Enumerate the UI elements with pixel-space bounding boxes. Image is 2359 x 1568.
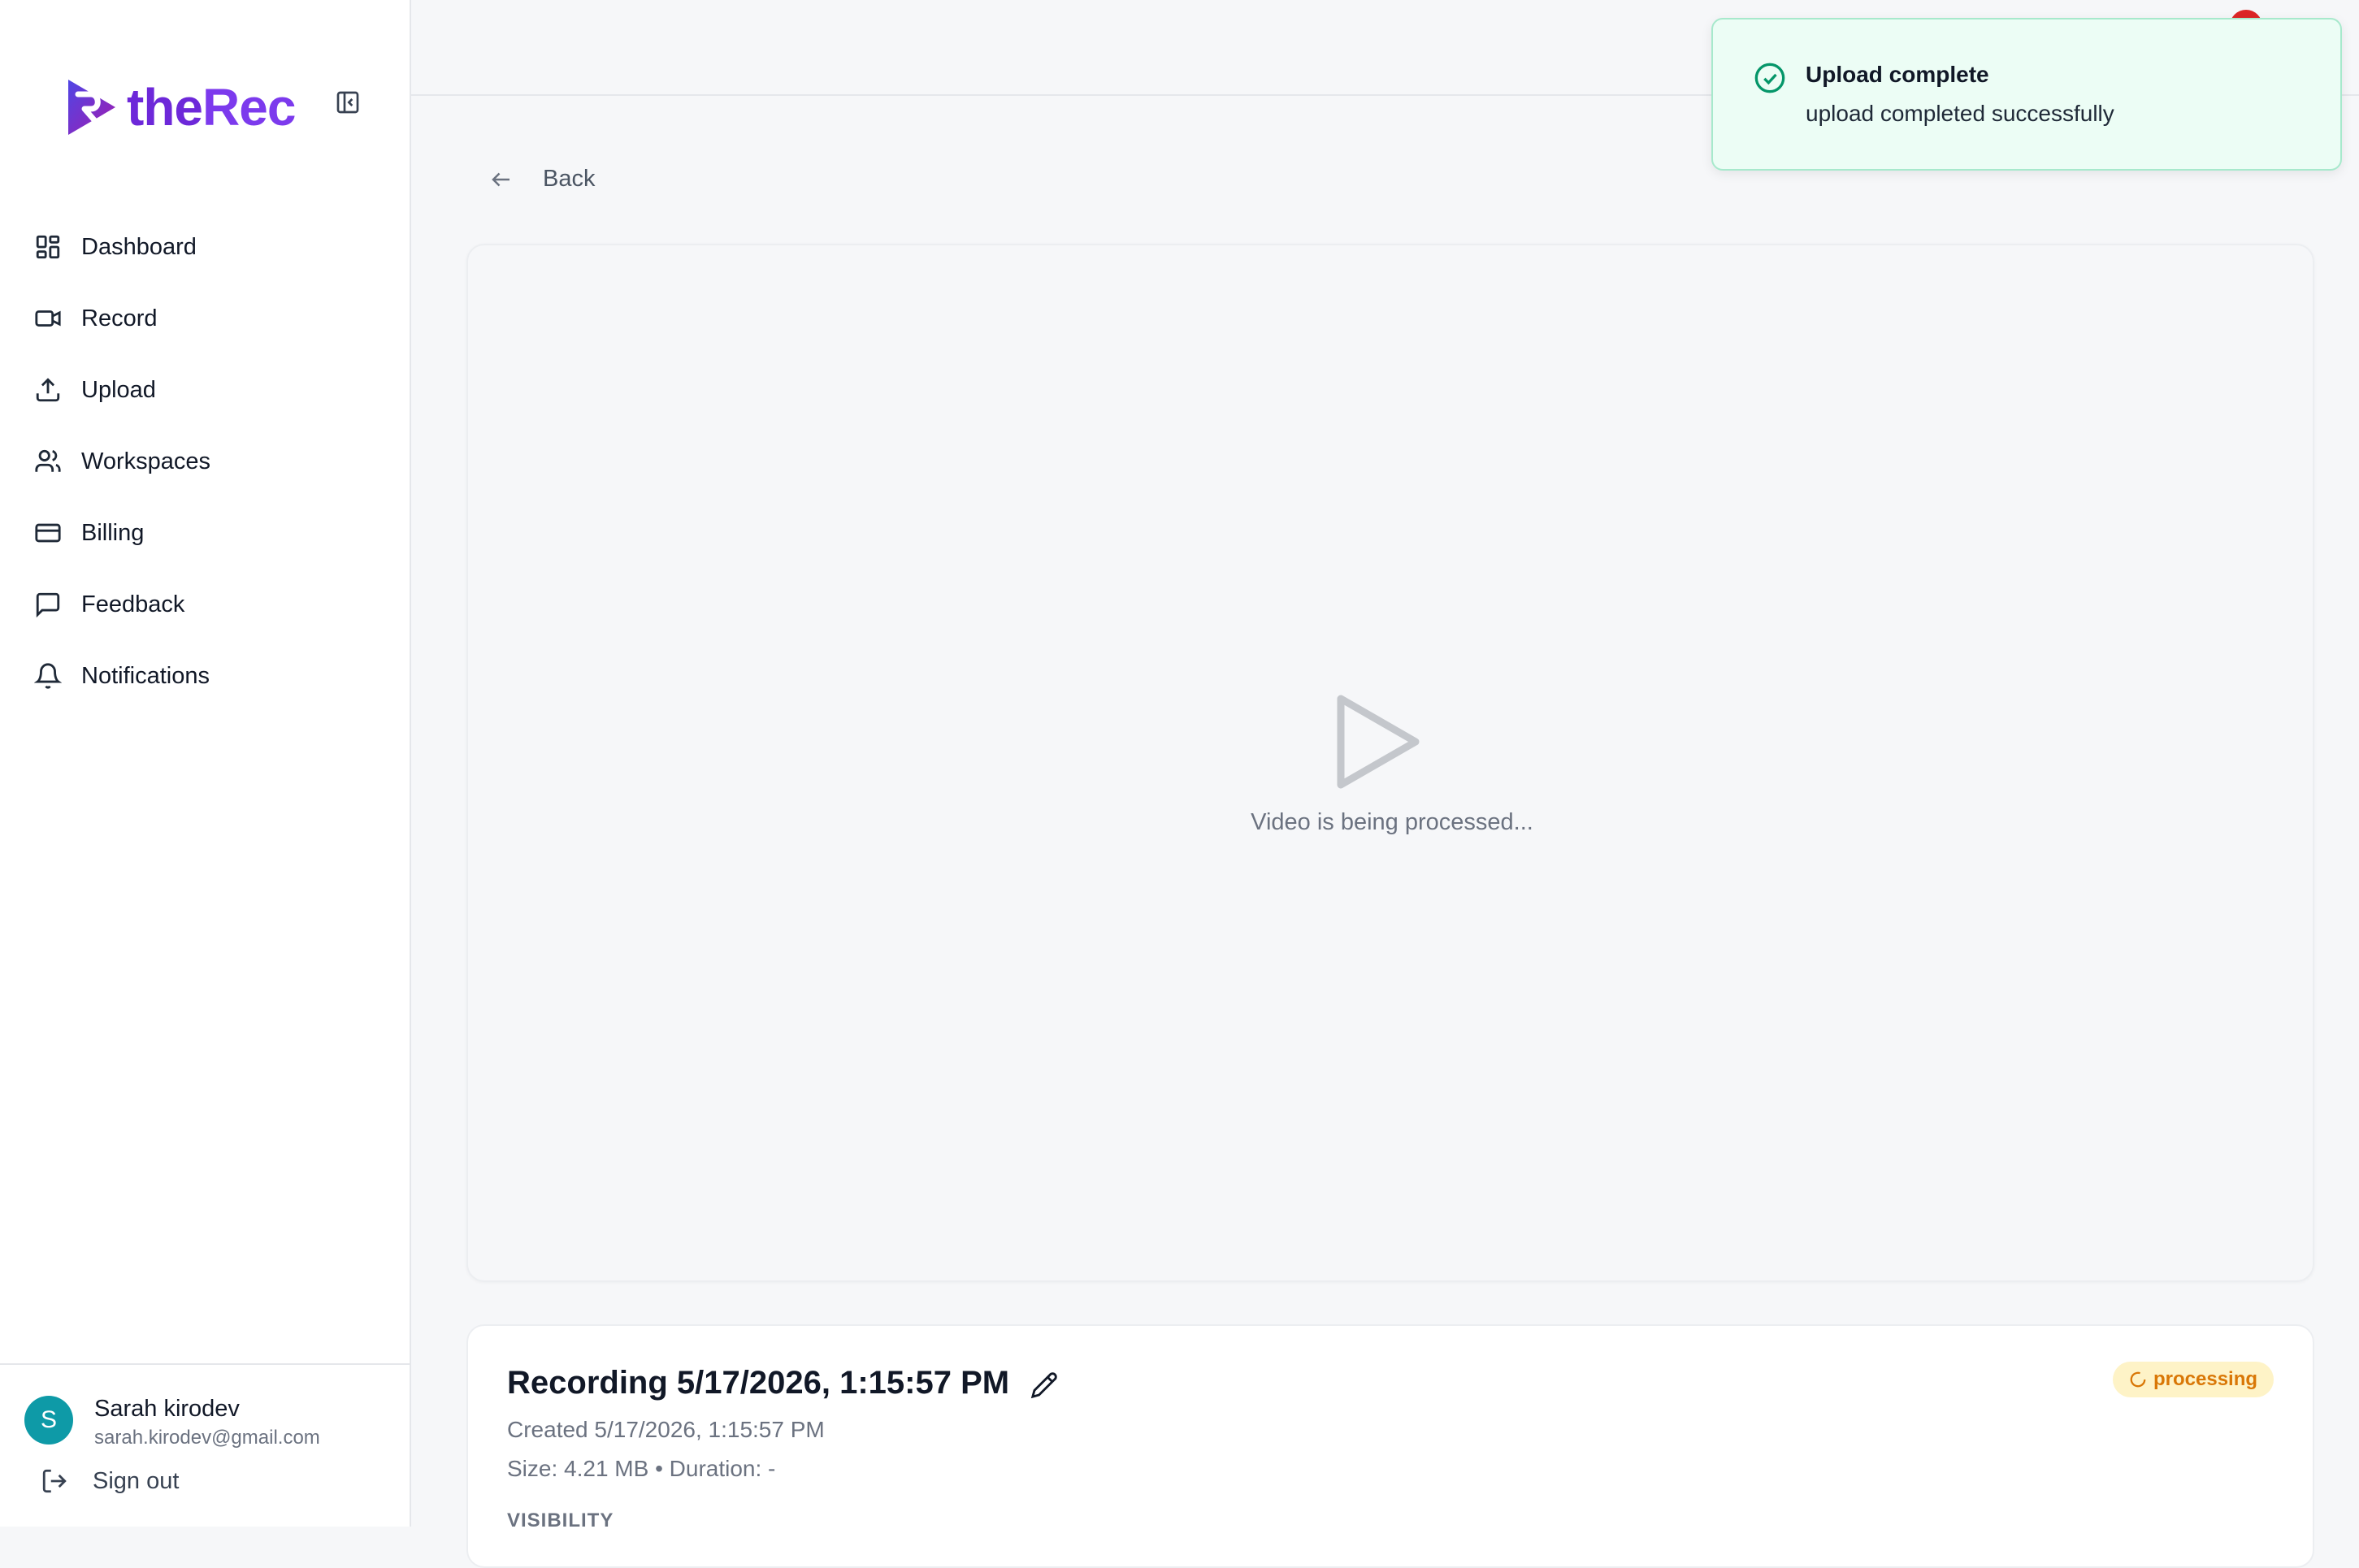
arrow-left-icon — [492, 172, 510, 186]
sidebar-item-dashboard[interactable]: Dashboard — [0, 211, 411, 283]
therec-logo-icon — [68, 80, 115, 135]
recording-title: Recording 5/17/2026, 1:15:57 PM — [507, 1365, 1010, 1401]
sidebar-item-label: Feedback — [81, 591, 185, 617]
sidebar-collapse-icon[interactable] — [335, 89, 361, 115]
play-icon[interactable] — [1334, 694, 1424, 790]
sidebar-item-billing[interactable]: Billing — [0, 497, 411, 569]
sidebar-item-label: Upload — [81, 376, 156, 403]
visibility-label: VISIBILITY — [507, 1510, 614, 1531]
user-panel: S Sarah kirodev sarah.kirodev@gmail.com … — [0, 1363, 410, 1528]
toast-title: Upload complete — [1806, 62, 1989, 87]
video-player[interactable]: Video is being processed... — [466, 244, 2314, 1282]
avatar[interactable]: S — [24, 1396, 73, 1445]
brand-logo[interactable]: theRec — [63, 75, 296, 140]
users-icon — [35, 449, 61, 472]
status-badge: processing — [2113, 1362, 2274, 1397]
credit-card-icon — [35, 523, 61, 543]
video-camera-icon — [35, 310, 61, 327]
back-label: Back — [543, 166, 596, 192]
processing-message: Video is being processed... — [1251, 809, 1533, 835]
sidebar: theRec Dashboard Record Upload Workspace… — [0, 0, 411, 1527]
size-duration: Size: 4.21 MB • Duration: - — [507, 1456, 776, 1481]
sidebar-item-workspaces[interactable]: Workspaces — [0, 426, 411, 497]
check-circle-icon — [1754, 63, 1785, 93]
message-icon — [36, 592, 60, 618]
sign-out-button[interactable]: Sign out — [41, 1467, 179, 1495]
sidebar-item-label: Dashboard — [81, 233, 197, 260]
sidebar-item-label: Notifications — [81, 662, 210, 689]
toast-message: upload completed successfully — [1806, 101, 2114, 126]
sidebar-nav: Dashboard Record Upload Workspaces Billi… — [0, 211, 411, 712]
sidebar-item-label: Billing — [81, 519, 145, 546]
bell-icon — [34, 663, 62, 689]
sidebar-item-record[interactable]: Record — [0, 283, 411, 354]
brand-name: theRec — [127, 78, 296, 136]
created-date: Created 5/17/2026, 1:15:57 PM — [507, 1417, 825, 1442]
sidebar-item-feedback[interactable]: Feedback — [0, 569, 411, 640]
logout-icon — [42, 1469, 67, 1493]
back-button[interactable]: Back — [489, 166, 595, 193]
sidebar-item-notifications[interactable]: Notifications — [0, 640, 411, 712]
spinner-icon — [2130, 1371, 2146, 1388]
recording-details: Recording 5/17/2026, 1:15:57 PM Created … — [466, 1324, 2314, 1568]
sidebar-item-label: Workspaces — [81, 448, 211, 474]
upload-toast[interactable]: Upload complete upload completed success… — [1711, 18, 2342, 171]
upload-icon — [36, 378, 60, 402]
sign-out-label: Sign out — [93, 1467, 180, 1494]
pencil-icon[interactable] — [1030, 1371, 1058, 1399]
sidebar-item-label: Record — [81, 305, 158, 331]
grid-icon — [36, 235, 60, 259]
sidebar-item-upload[interactable]: Upload — [0, 354, 411, 426]
user-name: Sarah kirodev — [94, 1396, 240, 1422]
user-email: sarah.kirodev@gmail.com — [94, 1427, 320, 1449]
status-badge-label: processing — [2153, 1368, 2258, 1390]
